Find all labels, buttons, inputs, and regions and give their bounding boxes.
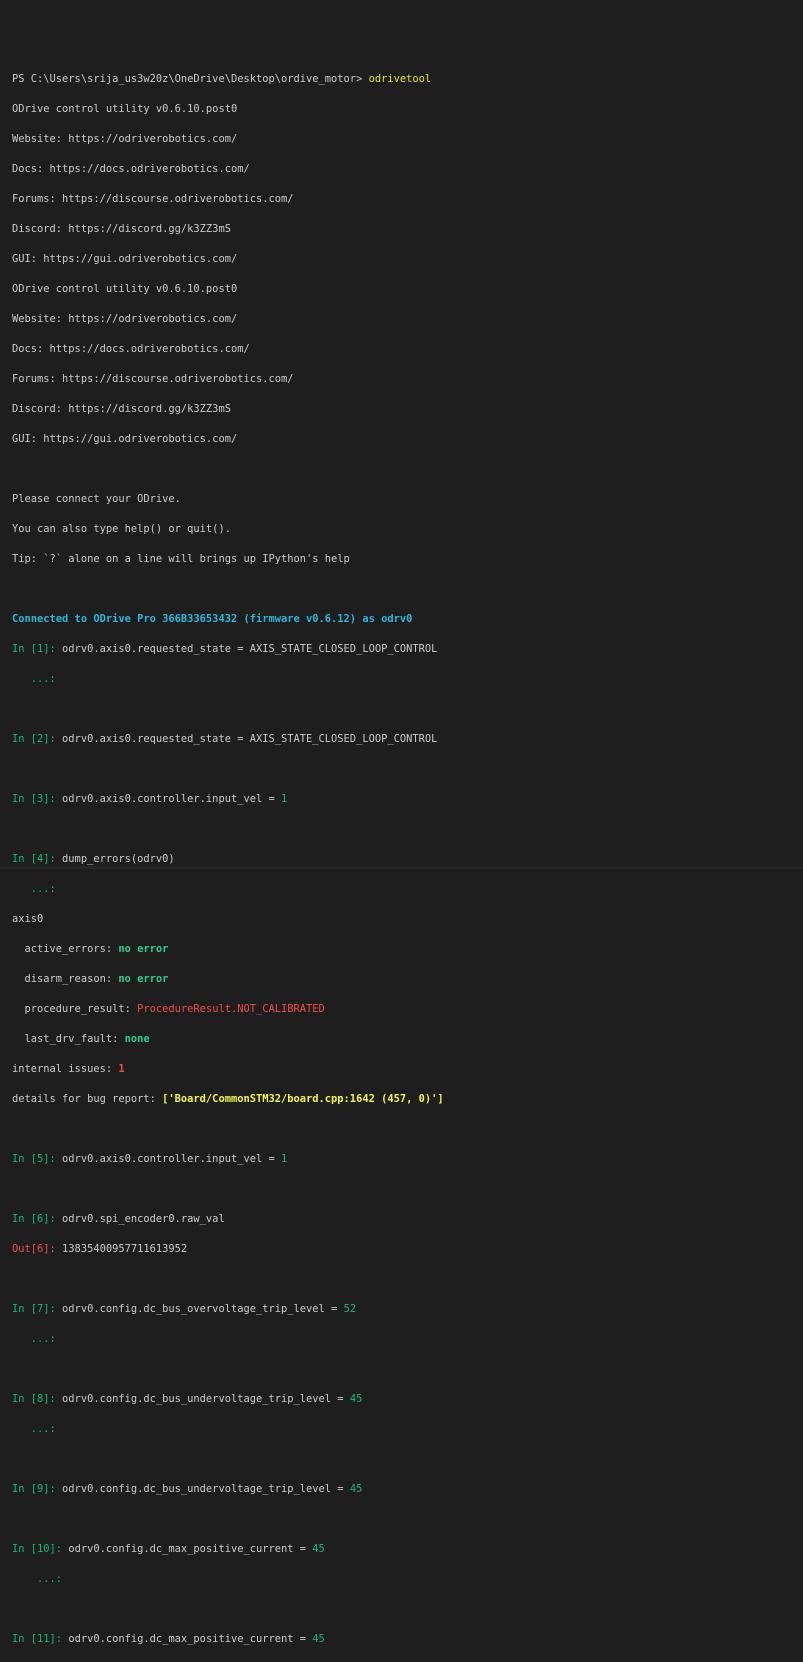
banner-line: ODrive control utility v0.6.10.post0 xyxy=(12,283,238,295)
internal-issues-label: internal issues: xyxy=(12,1063,119,1075)
banner-line: Forums: https://discourse.odriverobotics… xyxy=(12,373,294,385)
input-line-5: In [5]: odrv0.axis0.controller.input_vel… xyxy=(12,1152,803,1167)
input-line-9: In [9]: odrv0.config.dc_bus_undervoltage… xyxy=(12,1482,803,1497)
terminal-output[interactable]: PS C:\Users\srija_us3w20z\OneDrive\Deskt… xyxy=(0,0,803,1645)
output-value: 13835400957711613952 xyxy=(62,1243,188,1255)
continuation-prompt: ...: xyxy=(12,1423,56,1435)
disarm-reason-value: no error xyxy=(118,973,169,985)
input-line-3: In [3]: odrv0.axis0.controller.input_vel… xyxy=(12,792,803,807)
in-prompt: In [11]: xyxy=(12,1633,69,1645)
active-errors-label: active_errors: xyxy=(12,943,119,955)
in-prompt: In [8]: xyxy=(12,1393,63,1405)
input-code: odrv0.config.dc_bus_overvoltage_trip_lev… xyxy=(62,1303,344,1315)
banner-line: Discord: https://discord.gg/k3ZZ3mS xyxy=(12,403,231,415)
in-prompt: In [3]: xyxy=(12,793,63,805)
input-number: 45 xyxy=(349,1483,363,1495)
banner-line: Discord: https://discord.gg/k3ZZ3mS xyxy=(12,223,231,235)
active-errors-value: no error xyxy=(118,943,169,955)
banner-line: Website: https://odriverobotics.com/ xyxy=(12,313,238,325)
input-line-1: In [1]: odrv0.axis0.requested_state = AX… xyxy=(12,642,803,657)
input-number: 1 xyxy=(281,793,288,805)
in-prompt: In [5]: xyxy=(12,1153,63,1165)
continuation-prompt: ...: xyxy=(12,1333,56,1345)
input-number: 45 xyxy=(312,1633,325,1645)
banner-line: Forums: https://discourse.odriverobotics… xyxy=(12,193,294,205)
input-line-8: In [8]: odrv0.config.dc_bus_undervoltage… xyxy=(12,1392,803,1407)
banner-line: ODrive control utility v0.6.10.post0 xyxy=(12,103,238,115)
banner-line: GUI: https://gui.odriverobotics.com/ xyxy=(12,433,238,445)
last-drv-fault-value: none xyxy=(124,1033,150,1045)
in-prompt: In [4]: xyxy=(12,853,63,865)
in-prompt: In [9]: xyxy=(12,1483,63,1495)
input-code: odrv0.axis0.controller.input_vel = xyxy=(62,793,281,805)
banner-line: Website: https://odriverobotics.com/ xyxy=(12,133,238,145)
input-line-6: In [6]: odrv0.spi_encoder0.raw_val xyxy=(12,1212,803,1227)
input-number: 45 xyxy=(312,1543,325,1555)
input-line-11: In [11]: odrv0.config.dc_max_positive_cu… xyxy=(12,1632,803,1647)
disarm-reason-label: disarm_reason: xyxy=(12,973,119,985)
input-code: odrv0.config.dc_max_positive_current = xyxy=(68,1633,313,1645)
help-line: Please connect your ODrive. xyxy=(12,493,181,505)
help-line: You can also type help() or quit(). xyxy=(12,523,231,535)
output-line-6: Out[6]: 13835400957711613952 xyxy=(12,1242,803,1257)
bug-report-value: ['Board/CommonSTM32/board.cpp:1642 (457,… xyxy=(162,1093,444,1105)
shell-prompt-line: PS C:\Users\srija_us3w20z\OneDrive\Deskt… xyxy=(12,72,803,87)
disarm-reason-line: disarm_reason: no error xyxy=(12,972,803,987)
input-code: odrv0.spi_encoder0.raw_val xyxy=(62,1213,225,1225)
banner-line: Docs: https://docs.odriverobotics.com/ xyxy=(12,343,250,355)
out-prompt: Out[6]: xyxy=(12,1243,63,1255)
procedure-result-line: procedure_result: ProcedureResult.NOT_CA… xyxy=(12,1002,803,1017)
continuation-prompt: ...: xyxy=(12,883,56,895)
in-prompt: In [7]: xyxy=(12,1303,63,1315)
in-prompt: In [1]: xyxy=(12,643,63,655)
shell-prompt-path: PS C:\Users\srija_us3w20z\OneDrive\Deskt… xyxy=(12,73,369,85)
input-line-10: In [10]: odrv0.config.dc_max_positive_cu… xyxy=(12,1542,803,1557)
internal-issues-value: 1 xyxy=(118,1063,125,1075)
input-code: odrv0.config.dc_bus_undervoltage_trip_le… xyxy=(62,1483,350,1495)
input-code: odrv0.axis0.requested_state = AXIS_STATE… xyxy=(62,643,438,655)
input-line-7: In [7]: odrv0.config.dc_bus_overvoltage_… xyxy=(12,1302,803,1317)
input-code: odrv0.config.dc_bus_undervoltage_trip_le… xyxy=(62,1393,350,1405)
bug-report-line: details for bug report: ['Board/CommonST… xyxy=(12,1092,803,1107)
input-code: odrv0.config.dc_max_positive_current = xyxy=(68,1543,313,1555)
procedure-result-value: ProcedureResult.NOT_CALIBRATED xyxy=(137,1003,325,1015)
input-code: odrv0.axis0.requested_state = AXIS_STATE… xyxy=(62,733,438,745)
input-code: dump_errors(odrv0) xyxy=(62,853,175,865)
continuation-prompt: ...: xyxy=(12,673,56,685)
last-drv-fault-label: last_drv_fault: xyxy=(12,1033,125,1045)
procedure-result-label: procedure_result: xyxy=(12,1003,138,1015)
internal-issues-line: internal issues: 1 xyxy=(12,1062,803,1077)
in-prompt: In [2]: xyxy=(12,733,63,745)
banner-line: GUI: https://gui.odriverobotics.com/ xyxy=(12,253,238,265)
input-number: 1 xyxy=(281,1153,288,1165)
in-prompt: In [10]: xyxy=(12,1543,69,1555)
error-axis-label: axis0 xyxy=(12,913,44,925)
banner-line: Docs: https://docs.odriverobotics.com/ xyxy=(12,163,250,175)
shell-command: odrivetool xyxy=(368,73,432,85)
last-drv-fault-line: last_drv_fault: none xyxy=(12,1032,803,1047)
input-number: 52 xyxy=(343,1303,357,1315)
continuation-prompt: ...: xyxy=(12,1573,63,1585)
input-line-4: In [4]: dump_errors(odrv0) xyxy=(12,852,803,867)
input-code: odrv0.axis0.controller.input_vel = xyxy=(62,1153,281,1165)
input-number: 45 xyxy=(349,1393,363,1405)
help-line: Tip: `?` alone on a line will brings up … xyxy=(12,553,350,565)
connected-message: Connected to ODrive Pro 366B33653432 (fi… xyxy=(12,613,413,625)
input-line-2: In [2]: odrv0.axis0.requested_state = AX… xyxy=(12,732,803,747)
in-prompt: In [6]: xyxy=(12,1213,63,1225)
bug-report-label: details for bug report: xyxy=(12,1093,163,1105)
active-errors-line: active_errors: no error xyxy=(12,942,803,957)
